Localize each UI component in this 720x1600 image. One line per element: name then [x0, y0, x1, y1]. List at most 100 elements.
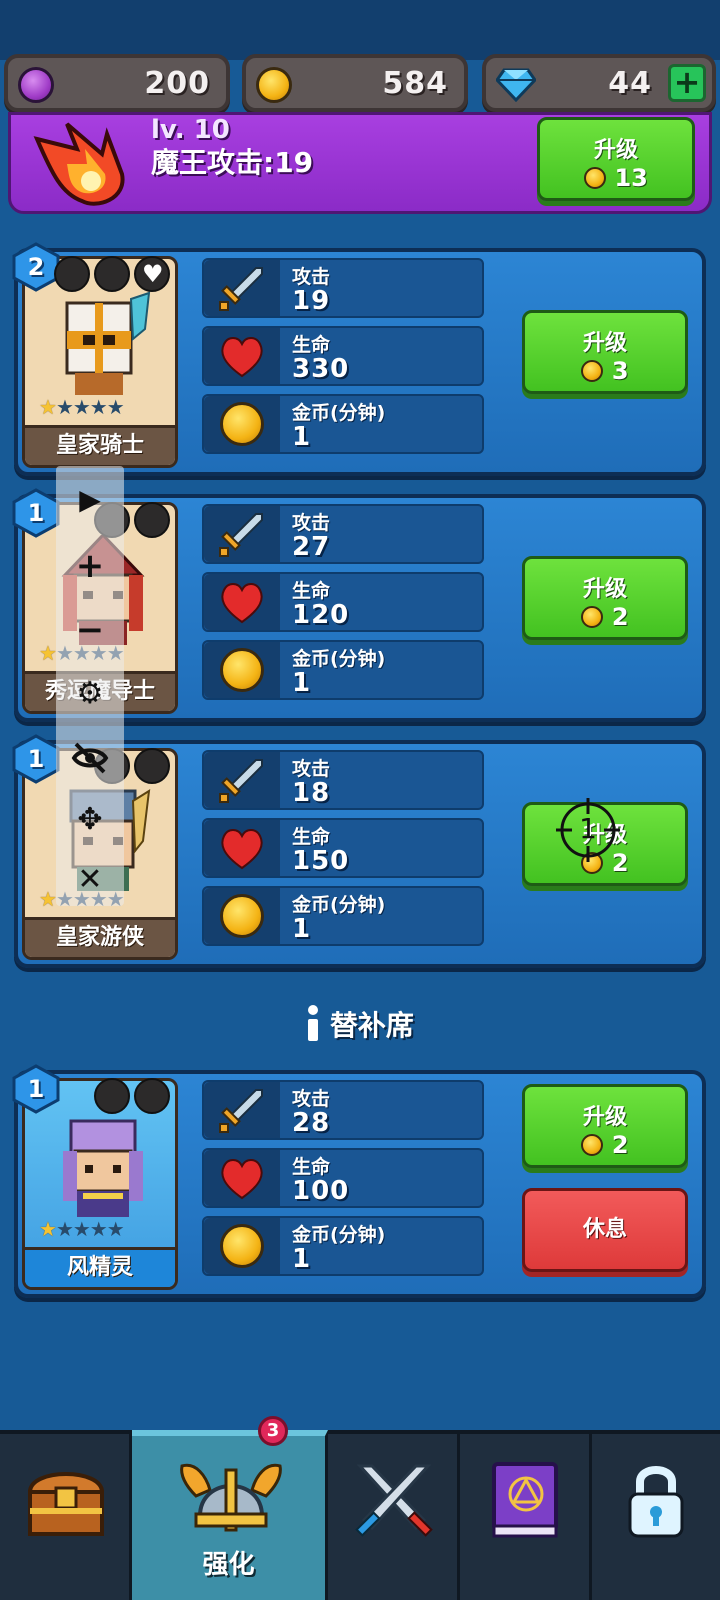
- upgrade-cost: 2: [611, 1131, 629, 1159]
- bottom-nav: 强化: [0, 1430, 720, 1600]
- coin-icon: [581, 606, 604, 628]
- gold-value: 1: [292, 914, 312, 944]
- nav-chest[interactable]: [0, 1434, 132, 1600]
- wind-spirit-avatar: [63, 1119, 143, 1217]
- hero-name: 皇家骑士: [25, 425, 175, 465]
- gold-stat: 金币(分钟) 1: [202, 1216, 484, 1276]
- crosshair-label: 1: [579, 812, 597, 845]
- hero-upgrade-button[interactable]: 升级 2: [522, 556, 688, 640]
- info-icon[interactable]: [306, 1005, 320, 1041]
- attack-value: 27: [292, 532, 331, 562]
- boss-upgrade-cost: 13: [614, 164, 648, 192]
- gold-value: 1: [292, 1244, 312, 1274]
- gold-stat: 金币(分钟) 1: [202, 640, 484, 700]
- hero-card-wind-spirit: ★★★★★ 风精灵 1 攻击 28 生命 100 金币(分钟) 1 升级 2 休…: [12, 1064, 706, 1298]
- purple-currency: 200: [4, 54, 230, 112]
- hero-stars: ★★★★★: [39, 1217, 125, 1241]
- attack-stat: 攻击 28: [202, 1080, 484, 1140]
- heart-icon: [221, 829, 263, 870]
- hero-level: 1: [27, 499, 45, 527]
- nav-upgrade[interactable]: 强化: [132, 1430, 328, 1600]
- gem-icon: [496, 68, 536, 102]
- nav-battle[interactable]: [328, 1434, 460, 1600]
- heart-icon: [221, 583, 263, 624]
- gem-currency-value: 44: [608, 66, 652, 101]
- zoom-in-icon[interactable]: +: [70, 546, 110, 586]
- hp-value: 120: [292, 600, 350, 630]
- sword-icon: [219, 513, 263, 557]
- hp-value: 150: [292, 846, 350, 876]
- lock-icon: [628, 1466, 684, 1538]
- hero-card-royal-knight: ★★★★★ 皇家骑士 2 ♥ 攻击 19 生命 330 金币(分钟) 1 升级 …: [12, 242, 706, 476]
- hp-stat: 生命 150: [202, 818, 484, 878]
- boss-upgrade-button[interactable]: 升级 13: [537, 117, 695, 201]
- attack-stat: 攻击 19: [202, 258, 484, 318]
- nav-spellbook[interactable]: [460, 1434, 592, 1600]
- fireball-icon: [33, 122, 125, 206]
- attack-stat: 攻击 18: [202, 750, 484, 810]
- hero-stars: ★★★★★: [39, 395, 125, 419]
- hero-upgrade-button[interactable]: 升级 3: [522, 310, 688, 394]
- attack-value: 18: [292, 778, 331, 808]
- gold-value: 1: [292, 668, 312, 698]
- hp-stat: 生命 120: [202, 572, 484, 632]
- sword-icon: [219, 759, 263, 803]
- gem-currency: 44 +: [482, 54, 716, 112]
- gold-stat: 金币(分钟) 1: [202, 886, 484, 946]
- play-icon[interactable]: ▶: [70, 480, 110, 520]
- coin-icon: [581, 1134, 604, 1156]
- settings-icon[interactable]: ⚙: [70, 674, 110, 714]
- close-icon[interactable]: ✕: [70, 860, 110, 900]
- knight-avatar: [65, 291, 151, 395]
- elf-trait-icon: [94, 1078, 130, 1114]
- hero-name: 风精灵: [25, 1247, 175, 1287]
- coin-icon: [581, 360, 604, 382]
- upgrade-cost: 2: [611, 603, 629, 631]
- hero-level: 1: [27, 745, 45, 773]
- boss-upgrade-label: 升级: [593, 138, 638, 163]
- status-bar-area: [0, 0, 720, 60]
- upgrade-label: 升级: [582, 1105, 627, 1130]
- add-gems-button[interactable]: +: [668, 64, 706, 102]
- treasure-chest-icon: [27, 1472, 105, 1536]
- gold-coin-icon: [220, 648, 264, 692]
- attack-value: 19: [292, 286, 331, 316]
- bow-trait-icon: [134, 748, 170, 784]
- hp-label: 生命: [292, 334, 331, 356]
- sword-icon: [219, 267, 263, 311]
- gold-currency: 584: [242, 54, 468, 112]
- coin-icon: [584, 167, 607, 189]
- wand-trait-icon: [134, 502, 170, 538]
- attack-label: 攻击: [292, 266, 331, 288]
- gold-value: 1: [292, 422, 312, 452]
- nav-locked[interactable]: [592, 1434, 720, 1600]
- attack-label: 攻击: [292, 1088, 331, 1110]
- gold-currency-value: 584: [382, 66, 448, 101]
- hp-label: 生命: [292, 1156, 331, 1178]
- hero-level: 1: [27, 1075, 45, 1103]
- sword-icon: [219, 1089, 263, 1133]
- purple-coin-icon: [18, 67, 54, 103]
- heart-icon: [221, 1159, 263, 1200]
- attack-label: 攻击: [292, 512, 331, 534]
- gold-label: 金币(分钟): [292, 894, 386, 916]
- hero-upgrade-button[interactable]: 升级 2: [522, 1084, 688, 1168]
- bench-header: 替补席: [0, 1004, 720, 1044]
- zoom-out-icon[interactable]: −: [70, 610, 110, 650]
- hero-level: 2: [27, 253, 45, 281]
- gold-stat: 金币(分钟) 1: [202, 394, 484, 454]
- upgrade-cost: 3: [611, 357, 629, 385]
- purple-currency-value: 200: [144, 66, 210, 101]
- boss-attack-text: 魔王攻击:19: [151, 146, 314, 179]
- gold-coin-icon: [220, 402, 264, 446]
- gold-label: 金币(分钟): [292, 1224, 386, 1246]
- hero-name: 皇家游侠: [25, 917, 175, 957]
- move-icon[interactable]: ✥: [70, 800, 110, 840]
- hp-stat: 生命 100: [202, 1148, 484, 1208]
- gold-label: 金币(分钟): [292, 402, 386, 424]
- nav-upgrade-label: 强化: [202, 1550, 255, 1580]
- hide-eye-icon[interactable]: [70, 738, 110, 778]
- rest-button[interactable]: 休息: [522, 1188, 688, 1272]
- heart-icon: [221, 337, 263, 378]
- hp-value: 330: [292, 354, 350, 384]
